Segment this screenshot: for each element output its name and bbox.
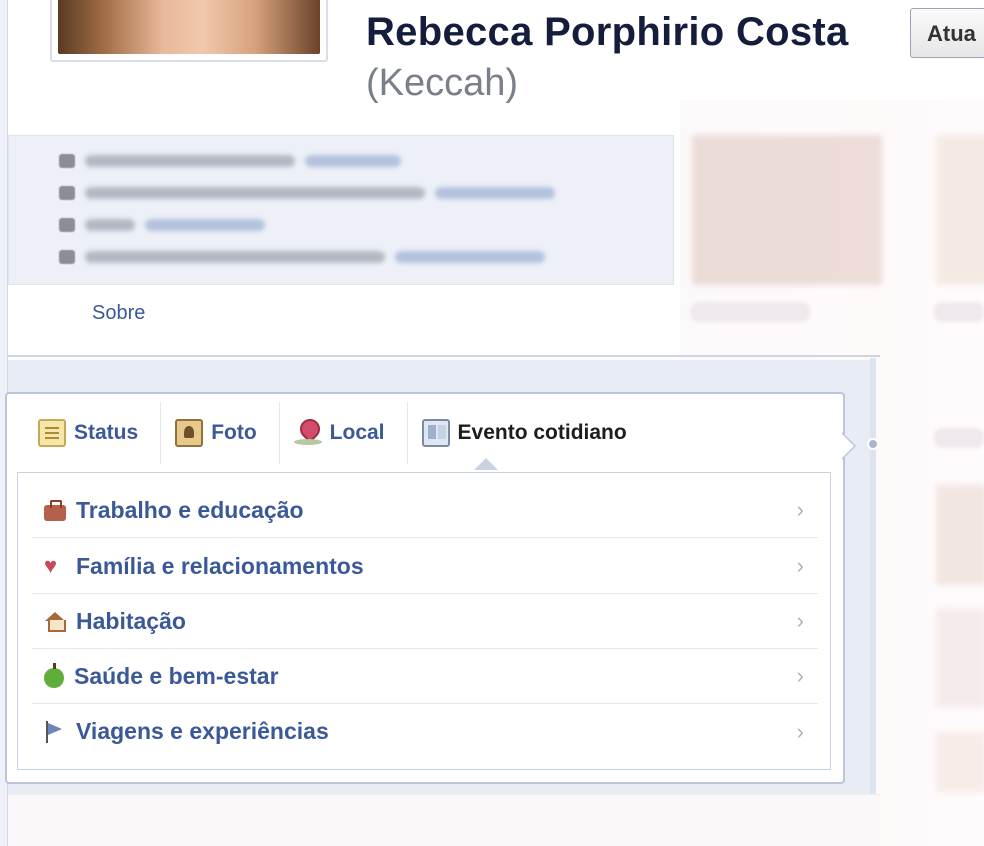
graduation-cap-icon <box>59 186 75 200</box>
composer-pointer-inner <box>842 434 854 458</box>
chevron-right-icon: › <box>796 497 804 522</box>
blurred-text <box>85 155 295 167</box>
profile-info-box <box>8 135 674 285</box>
blurred-text <box>85 251 385 263</box>
blurred-link <box>145 219 265 231</box>
tab-status[interactable]: Status <box>24 402 162 464</box>
location-pin-icon <box>293 419 322 447</box>
profile-photo-image <box>58 0 320 54</box>
info-line-education <box>59 182 555 204</box>
blurred-link <box>395 251 545 263</box>
briefcase-icon <box>44 500 66 521</box>
timeline-spine <box>870 358 876 798</box>
profile-nickname: (Keccah) <box>366 62 519 104</box>
profile-name[interactable]: Rebecca Porphirio Costa <box>366 10 849 55</box>
menu-item-label: Família e relacionamentos <box>76 552 364 579</box>
life-event-icon <box>421 419 450 447</box>
section-label-blurred <box>934 428 984 448</box>
menu-item-label: Trabalho e educação <box>76 496 304 523</box>
friends-label-blurred <box>690 302 810 322</box>
flag-icon <box>44 720 66 743</box>
tab-foto[interactable]: Foto <box>161 402 280 464</box>
tab-local[interactable]: Local <box>280 402 408 464</box>
about-link[interactable]: Sobre <box>92 302 145 325</box>
heart-icon: ♥ <box>44 553 58 578</box>
life-event-menu: Trabalho e educação › ♥ Família e relaci… <box>17 472 831 770</box>
house-icon <box>44 610 66 632</box>
tab-status-label: Status <box>74 421 139 444</box>
photos-thumbnail <box>936 135 984 285</box>
chevron-right-icon: › <box>796 663 804 688</box>
timeline-bottom <box>8 794 880 846</box>
friends-thumbnail <box>692 135 882 285</box>
menu-item-work-education[interactable]: Trabalho e educação › <box>32 483 818 538</box>
menu-item-label: Habitação <box>76 607 186 634</box>
menu-item-label: Saúde e bem-estar <box>74 662 279 689</box>
friend-photo-thumbnail <box>936 485 984 585</box>
city-icon <box>59 218 75 232</box>
heart-icon <box>59 250 75 264</box>
photos-label-blurred <box>934 302 984 322</box>
composer-tabs: Status Foto Local Evento cotidiano <box>24 402 649 464</box>
update-info-button[interactable]: Atua <box>910 8 984 58</box>
blurred-text <box>85 219 135 231</box>
menu-item-travel-experiences[interactable]: Viagens e experiências › <box>32 704 818 759</box>
blurred-link <box>435 187 555 199</box>
menu-item-health-wellness[interactable]: Saúde e bem-estar › <box>32 649 818 704</box>
blurred-link <box>305 155 401 167</box>
info-line-work <box>59 150 401 172</box>
menu-item-housing[interactable]: Habitação › <box>32 594 818 649</box>
tab-local-label: Local <box>329 421 385 444</box>
section-divider <box>8 355 880 357</box>
profile-picture[interactable] <box>50 0 328 62</box>
apple-icon <box>44 663 64 688</box>
menu-item-label: Viagens e experiências <box>76 718 329 744</box>
briefcase-icon <box>59 154 75 168</box>
timeline-dot <box>867 438 879 450</box>
photo-icon <box>175 419 204 447</box>
tab-foto-label: Foto <box>211 421 257 444</box>
active-tab-caret <box>474 458 498 470</box>
blurred-text <box>85 187 425 199</box>
menu-item-family-relationships[interactable]: ♥ Família e relacionamentos › <box>32 539 818 594</box>
info-line-city <box>59 214 265 236</box>
chevron-right-icon: › <box>796 608 804 633</box>
info-line-relationship <box>59 246 545 268</box>
tab-evento-label: Evento cotidiano <box>457 421 627 444</box>
friend-photo-thumbnail <box>936 608 984 708</box>
tab-evento-cotidiano[interactable]: Evento cotidiano <box>408 402 649 464</box>
chevron-right-icon: › <box>796 553 804 578</box>
friend-photo-thumbnail <box>936 732 984 792</box>
status-note-icon <box>38 419 66 447</box>
chevron-right-icon: › <box>796 718 804 744</box>
